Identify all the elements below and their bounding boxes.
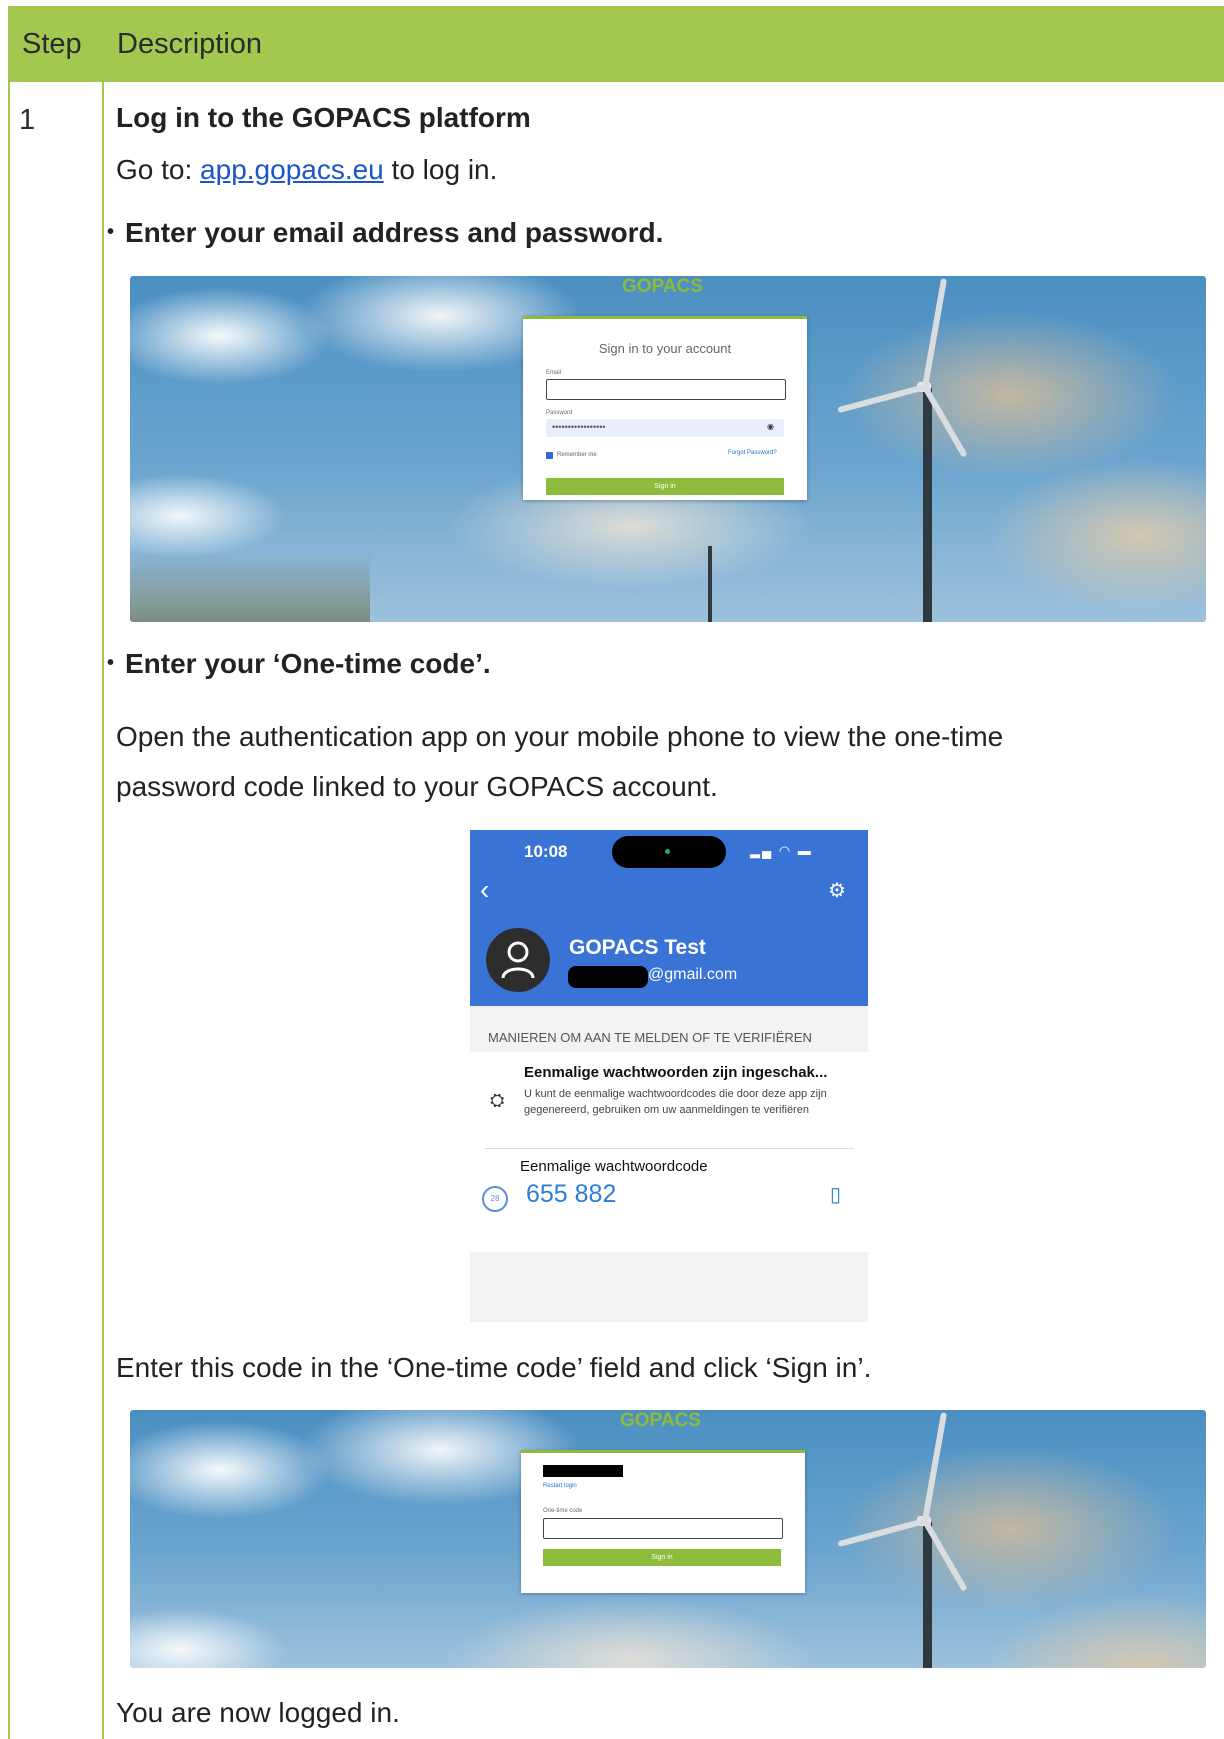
turbine-tower-small: [708, 546, 712, 622]
email-field[interactable]: [546, 379, 786, 400]
gear-icon[interactable]: ⚙: [828, 878, 846, 903]
step-number: 1: [19, 104, 36, 136]
email-label: Email: [546, 370, 562, 376]
header-description: Description: [117, 28, 263, 60]
bullet-one-time-code: Enter your ‘One-time code’.: [107, 648, 491, 680]
account-name: GOPACS Test: [569, 936, 706, 959]
password-field[interactable]: •••••••••••••••••: [546, 419, 784, 437]
timer-icon: 28: [482, 1186, 508, 1212]
remember-label: Remember me: [557, 452, 597, 458]
otp-label: One-time code: [543, 1508, 583, 1514]
bullet-email-password: Enter your email address and password.: [107, 217, 663, 249]
redacted-username: [543, 1465, 623, 1477]
restart-login-link[interactable]: Restart login: [543, 1483, 577, 1489]
grass-decoration: [130, 552, 370, 622]
otp-code: 655 882: [526, 1180, 617, 1208]
paragraph-open-app-2: password code linked to your GOPACS acco…: [116, 771, 718, 802]
turbine-tower: [923, 1522, 932, 1668]
eye-icon[interactable]: ◉: [767, 422, 774, 431]
turbine-blade: [837, 1518, 926, 1548]
login-title: Sign in to your account: [598, 341, 732, 356]
phone-time: 10:08: [524, 842, 568, 861]
turbine-tower: [923, 388, 932, 622]
list-separator: [484, 1148, 854, 1149]
goto-prefix: Go to:: [116, 154, 201, 185]
paragraph-enter-code: Enter this code in the ‘One-time code’ f…: [116, 1352, 872, 1383]
remember-checkbox[interactable]: [546, 452, 553, 459]
signal-wifi-battery-icon: ▂▄ ◠ ▬: [750, 843, 813, 858]
gopacs-logo: GOPACS: [620, 1410, 701, 1431]
otp-screenshot: GOPACS Restart login One-time code Sign …: [130, 1410, 1206, 1668]
sign-in-button[interactable]: Sign in: [543, 1549, 781, 1566]
phone-header: 10:08 ▂▄ ◠ ▬ ‹ ⚙ GOPACS Test @gmail.com: [470, 830, 868, 1006]
sign-in-button[interactable]: Sign in: [546, 478, 784, 495]
account-email: @gmail.com: [648, 966, 738, 983]
paragraph-open-app-1: Open the authentication app on your mobi…: [116, 721, 1004, 752]
verification-list: ⛭ Eenmalige wachtwoorden zijn ingeschak.…: [470, 1052, 868, 1252]
left-border: [8, 82, 10, 1739]
gopacs-logo: GOPACS: [622, 276, 703, 297]
table-header: Step Description: [8, 6, 1224, 82]
one-time-code-field[interactable]: [543, 1518, 783, 1539]
back-icon[interactable]: ‹: [480, 874, 489, 906]
turbine-blade: [922, 278, 948, 388]
phone-screenshot: 10:08 ▂▄ ◠ ▬ ‹ ⚙ GOPACS Test @gmail.com …: [470, 830, 868, 1322]
goto-line: Go to: app.gopacs.eu to log in.: [116, 154, 497, 186]
login-screenshot: GOPACS Sign in to your account Email Pas…: [130, 276, 1206, 622]
otp-enabled-description: U kunt de eenmalige wachtwoordcodes die …: [524, 1088, 827, 1116]
section-heading: MANIEREN OM AAN TE MELDEN OF TE VERIFIËR…: [488, 1030, 812, 1045]
login-card: Sign in to your account Email Password •…: [523, 316, 807, 500]
paragraph-logged-in: You are now logged in.: [116, 1697, 400, 1728]
otp-code-title: Eenmalige wachtwoordcode: [520, 1158, 708, 1175]
otp-card: Restart login One-time code Sign in: [521, 1450, 805, 1593]
turbine-blade: [837, 384, 926, 414]
avatar: [486, 928, 550, 992]
redacted-email: [568, 966, 648, 988]
password-label: Password: [546, 410, 573, 416]
step-title: Log in to the GOPACS platform: [116, 102, 531, 133]
otp-enabled-title: Eenmalige wachtwoorden zijn ingeschak...: [524, 1064, 828, 1081]
forgot-password-link[interactable]: Forgot Password?: [728, 450, 777, 456]
gopacs-link[interactable]: app.gopacs.eu: [200, 154, 384, 185]
turbine-blade: [922, 1412, 948, 1522]
dynamic-island: [612, 836, 726, 868]
header-step: Step: [22, 28, 82, 60]
column-divider: [102, 82, 104, 1739]
goto-suffix: to log in.: [383, 154, 498, 185]
otp-enabled-icon: ⛭: [490, 1090, 505, 1110]
copy-icon[interactable]: ▯: [830, 1182, 841, 1207]
